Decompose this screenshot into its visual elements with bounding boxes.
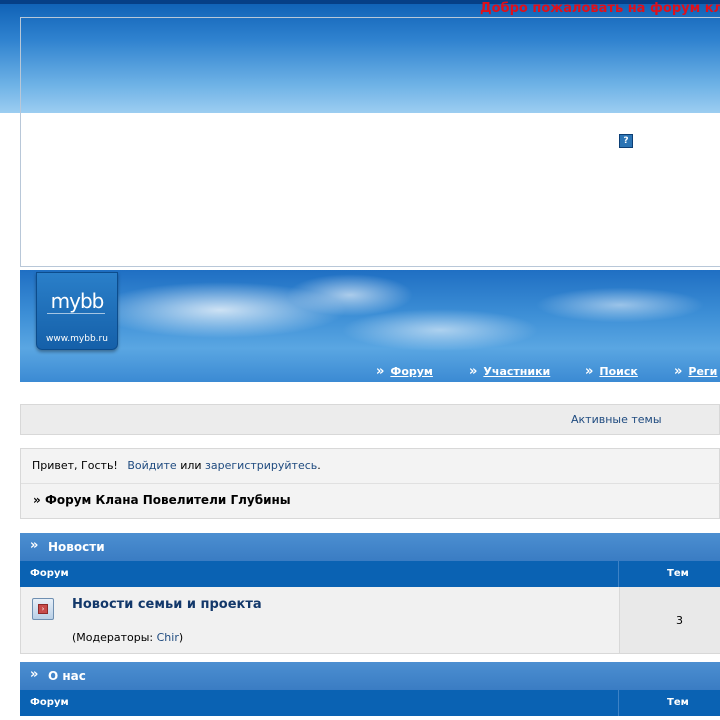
moderator-link[interactable]: Chir <box>157 631 179 644</box>
double-chevron-icon: » <box>376 364 385 379</box>
mybb-logo[interactable]: mybb www.mybb.ru <box>36 272 118 350</box>
category-title: О нас <box>48 669 86 683</box>
double-chevron-icon: » <box>585 364 594 379</box>
breadcrumb: » Форум Клана Повелители Глубины <box>33 493 291 507</box>
divider <box>21 483 720 484</box>
column-header-news: Форум Тем <box>20 561 720 587</box>
main-nav: » Форум » Участники » Поиск » Реги <box>0 364 720 380</box>
ad-frame <box>20 17 720 267</box>
help-icon[interactable]: ? <box>619 134 633 148</box>
column-forum: Форум <box>30 568 69 579</box>
logo-divider <box>47 313 105 314</box>
topics-cell: 3 <box>619 587 720 653</box>
forum-status-icon: › <box>32 598 54 620</box>
moderators-prefix: (Модераторы: <box>72 631 154 644</box>
category-header-about: » О нас <box>20 662 720 690</box>
category-header-news: » Новости <box>20 533 720 561</box>
greeting-or: или <box>180 459 202 472</box>
greeting-line: Привет, Гость! Войдите или зарегистрируй… <box>32 459 321 472</box>
forum-title-link[interactable]: Новости семьи и проекта <box>72 597 262 612</box>
greeting-text: Привет, Гость! <box>32 459 118 472</box>
nav-search[interactable]: » Поиск <box>585 364 638 379</box>
login-link[interactable]: Войдите <box>127 459 176 472</box>
nav-forum-label: Форум <box>390 365 433 378</box>
welcome-box: Привет, Гость! Войдите или зарегистрируй… <box>20 448 720 519</box>
nav-forum[interactable]: » Форум <box>376 364 433 379</box>
category-title: Новости <box>48 540 105 554</box>
nav-members[interactable]: » Участники <box>469 364 550 379</box>
register-link[interactable]: зарегистрируйтесь <box>205 459 317 472</box>
column-header-about: Форум Тем <box>20 690 720 716</box>
status-bar: Активные темы <box>20 404 720 435</box>
breadcrumb-arrow: » <box>33 493 41 507</box>
active-topics-link[interactable]: Активные темы <box>571 413 662 426</box>
welcome-marquee: Добро пожаловать на форум кл <box>480 1 720 16</box>
column-topics: Тем <box>667 697 689 708</box>
forum-row: › Новости семьи и проекта (Модераторы: C… <box>20 587 720 654</box>
logo-url: www.mybb.ru <box>46 334 108 344</box>
double-chevron-icon: » <box>469 364 478 379</box>
logo-mark: mybb <box>50 289 105 313</box>
breadcrumb-title[interactable]: Форум Клана Повелители Глубины <box>45 493 291 507</box>
topics-count: 3 <box>676 614 683 627</box>
nav-members-label: Участники <box>483 365 551 378</box>
nav-register[interactable]: » Реги <box>674 364 717 379</box>
moderators-suffix: ) <box>178 631 184 644</box>
nav-register-label: Реги <box>688 365 718 378</box>
double-chevron-icon: » <box>30 667 39 682</box>
forum-arrow-icon: › <box>38 604 48 614</box>
double-chevron-icon: » <box>30 538 39 553</box>
double-chevron-icon: » <box>674 364 683 379</box>
column-separator <box>618 561 619 587</box>
greeting-period: . <box>317 459 321 472</box>
column-topics: Тем <box>667 568 689 579</box>
forum-moderators: (Модераторы: Chir) <box>72 631 183 644</box>
nav-search-label: Поиск <box>599 365 638 378</box>
column-forum: Форум <box>30 697 69 708</box>
column-separator <box>618 690 619 716</box>
